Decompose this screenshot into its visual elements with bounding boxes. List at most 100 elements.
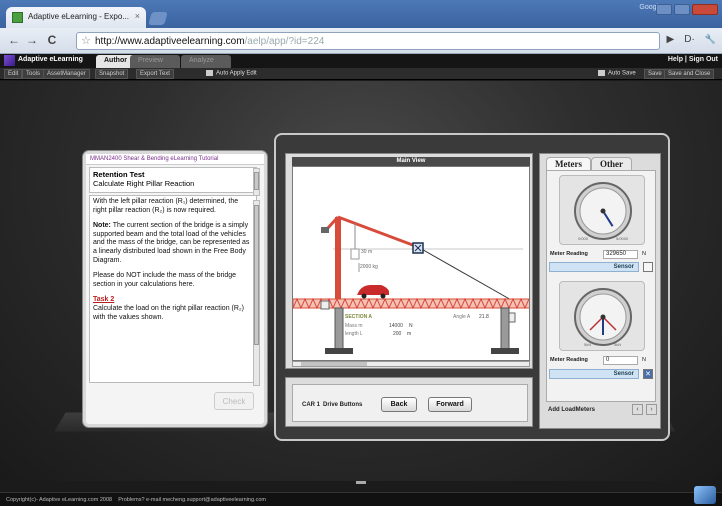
car-label: CAR 1: [302, 402, 321, 408]
menu-asset-manager[interactable]: AssetManager: [43, 69, 90, 79]
left-pillar-base: [325, 348, 353, 354]
browser-tabstrip: Adaptive eLearning - Expo... × Google: [0, 0, 722, 28]
body-scroll-thumb[interactable]: [254, 205, 259, 345]
app-menu-bar: Edit Tools AssetManager Snapshot Export …: [0, 68, 722, 80]
length-value: 200: [393, 331, 402, 337]
crane-height-label: 30 m: [361, 249, 372, 255]
browser-toolbar: ← → C ☆ http://www.adaptiveelearning.com…: [0, 28, 722, 54]
tab-other[interactable]: Other: [590, 157, 632, 170]
gauge-2: 5kN 5kN: [559, 281, 645, 351]
close-window-icon[interactable]: [692, 4, 718, 15]
sensor-1-checkbox[interactable]: [643, 262, 653, 272]
tab-close-icon[interactable]: ×: [135, 11, 140, 21]
drive-buttons-label: Drive Buttons: [323, 402, 363, 408]
tutorial-heading: Retention Test: [93, 170, 145, 179]
menu-export-text[interactable]: Export Text: [136, 69, 174, 79]
page-menu-icon[interactable]: ▶: [667, 34, 675, 45]
note-text: The current section of the bridge is a s…: [93, 222, 250, 264]
sensor-1-row: Sensor: [549, 262, 655, 273]
tutorial-panel: MMAN2400 Shear & Bending eLearning Tutor…: [83, 151, 267, 427]
url-host: http://www.adaptiveelearning.com: [95, 36, 245, 47]
crane-load-marker: [350, 248, 360, 260]
minimize-icon[interactable]: [656, 4, 672, 15]
back-arrow-icon[interactable]: ←: [6, 33, 22, 47]
sensor-label: Sensor: [549, 262, 639, 272]
tab-meters[interactable]: Meters: [546, 157, 591, 170]
meters-panel: Meters Other 0/000 5/0000 Meter Reading …: [539, 153, 661, 429]
body-scrollbar[interactable]: [253, 200, 260, 386]
gauge-max-label: 5kN: [614, 342, 621, 347]
bookmark-star-icon[interactable]: ☆: [81, 34, 91, 47]
main-view-title: Main View: [292, 157, 530, 166]
view-scroll-thumb[interactable]: [301, 362, 367, 366]
angle-label: Angle A: [453, 314, 471, 320]
menu-tools[interactable]: Tools: [22, 69, 45, 79]
forward-button[interactable]: Forward: [428, 397, 472, 412]
reload-icon[interactable]: C: [44, 33, 60, 47]
right-pillar: [500, 307, 510, 351]
heading-scrollbar[interactable]: [253, 168, 260, 196]
tutorial-subheading: Calculate Right Pillar Reaction: [93, 179, 195, 188]
maximize-icon[interactable]: [674, 4, 690, 15]
check-button[interactable]: Check: [214, 392, 254, 410]
sensor-2-checkbox[interactable]: ✕: [643, 369, 653, 379]
stage-handle[interactable]: [356, 481, 366, 484]
window-controls: [656, 4, 718, 15]
simulation-panel: Main View 30 m 2000 kg SECTION A Mass m …: [274, 133, 670, 441]
address-bar[interactable]: ☆ http://www.adaptiveelearning.com/aelp/…: [76, 32, 660, 50]
drive-controls-inner: CAR 1 Drive Buttons Back Forward: [292, 384, 528, 422]
help-signout-links[interactable]: Help | Sign Out: [668, 56, 718, 63]
view-horizontal-scrollbar[interactable]: [292, 361, 530, 367]
length-unit: m: [407, 331, 411, 337]
prev-meter-button[interactable]: ‹: [632, 404, 643, 415]
right-pillar-base: [491, 348, 519, 354]
tab-analyze[interactable]: Analyze: [181, 55, 231, 68]
main-view-box: Main View 30 m 2000 kg SECTION A Mass m …: [285, 153, 533, 369]
gauge-dial-icon: 5kN 5kN: [574, 288, 632, 347]
left-pillar: [334, 307, 344, 351]
meter-1-reading: Meter Reading 329650 N: [548, 249, 654, 260]
menu-snapshot[interactable]: Snapshot: [95, 69, 129, 79]
save-close-button[interactable]: Save and Close: [664, 69, 715, 79]
auto-save-toggle[interactable]: Auto Save: [598, 70, 636, 77]
footer: Copyright(c)- Adaptive eLearning.com 200…: [0, 492, 722, 506]
new-tab-button[interactable]: [148, 12, 168, 25]
app-name: Adaptive eLearning: [18, 56, 83, 63]
toolbar-right: ▶ D· 🔧: [667, 34, 716, 45]
gauge-min-label: 0/000: [578, 236, 589, 241]
back-button[interactable]: Back: [381, 397, 417, 412]
angle-value: 21.8: [479, 314, 489, 320]
app-header: Adaptive eLearning Author Preview Analyz…: [0, 54, 722, 68]
car-icon[interactable]: [357, 285, 389, 295]
meter-reading-value: 329650: [603, 250, 638, 259]
counterweight: [321, 227, 329, 233]
car-wheel: [380, 293, 386, 299]
forward-arrow-icon[interactable]: →: [24, 33, 40, 47]
add-load-meters-label: Add LoadMeters: [548, 407, 596, 413]
gauge-1: 0/000 5/0000: [559, 175, 645, 245]
next-meter-button[interactable]: ›: [646, 404, 657, 415]
meter-reading-label: Meter Reading: [550, 251, 588, 257]
meter-reading-unit: N: [642, 251, 646, 257]
tab-preview[interactable]: Preview: [130, 55, 180, 68]
gauge-dial-icon: 0/000 5/0000: [574, 182, 632, 241]
taskbar-app-icon[interactable]: [694, 486, 716, 504]
task-label: Task 2: [93, 296, 115, 304]
tutorial-paragraph: With the left pillar reaction (R₁) deter…: [93, 198, 239, 214]
mass-unit: N: [409, 323, 413, 329]
heading-scroll-thumb[interactable]: [254, 172, 259, 190]
wrench-icon[interactable]: 🔧: [705, 34, 716, 45]
auto-apply-toggle[interactable]: Auto Apply Edit: [206, 70, 257, 77]
crane-load-label: 2000 kg: [360, 264, 378, 270]
left-joint[interactable]: [320, 300, 330, 310]
meter-reading-value: 0: [603, 356, 638, 365]
app-logo-icon: [4, 55, 15, 66]
mass-value: 14000: [389, 323, 403, 329]
stay-cable: [417, 246, 514, 302]
doc-menu-icon[interactable]: D·: [684, 34, 695, 45]
tutorial-note: Note: The current section of the bridge …: [93, 222, 253, 265]
crane-jib: [337, 215, 419, 249]
browser-tab[interactable]: Adaptive eLearning - Expo... ×: [6, 7, 146, 28]
save-button[interactable]: Save: [644, 69, 666, 79]
menu-edit[interactable]: Edit: [4, 69, 23, 79]
